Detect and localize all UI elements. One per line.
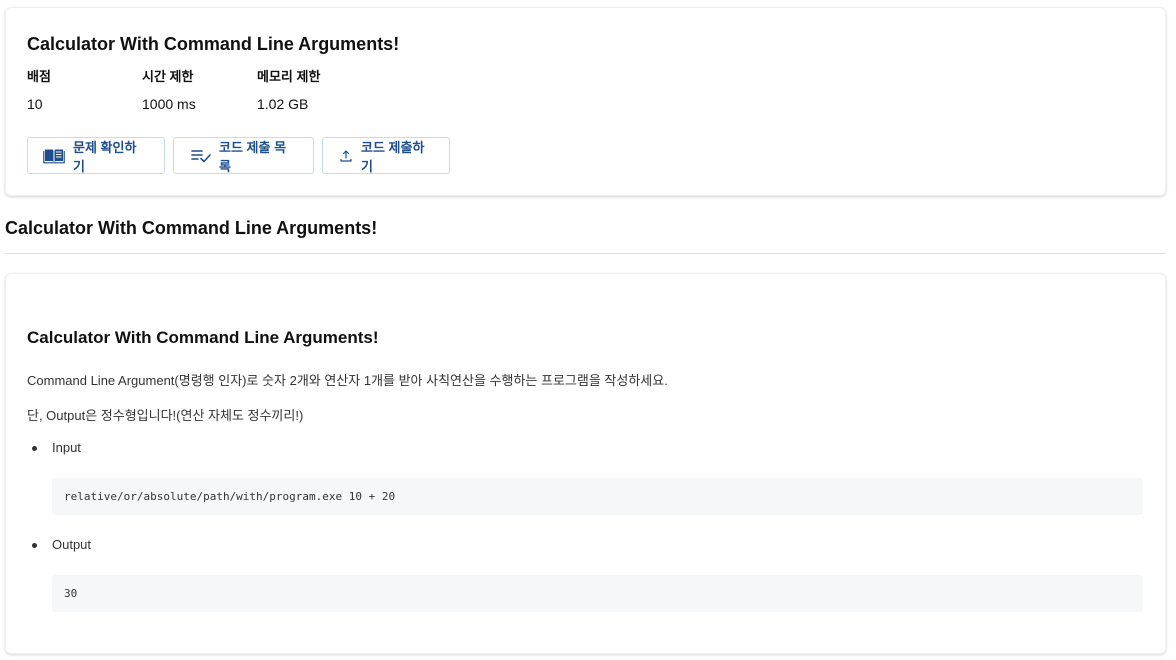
problem-meta: 배점 10 시간 제한 1000 ms 메모리 제한 1.02 GB — [27, 68, 372, 112]
input-item-label: Input — [52, 440, 81, 455]
bullet-dot — [32, 543, 37, 548]
submit-code-button[interactable]: 코드 제출하기 — [322, 137, 450, 174]
book-icon — [43, 148, 65, 164]
meta-time-label: 시간 제한 — [142, 69, 194, 84]
output-item-label: Output — [52, 537, 92, 552]
input-code-block: relative/or/absolute/path/with/program.e… — [52, 478, 1143, 515]
submit-code-label: 코드 제출하기 — [361, 139, 425, 174]
problem-actions: 문제 확인하기 코드 제출 목록 코드 제출하기 — [27, 137, 450, 174]
meta-memory-limit: 메모리 제한 1.02 GB — [257, 68, 372, 112]
meta-score: 배점 10 — [27, 68, 142, 112]
section-title: Calculator With Command Line Arguments! — [5, 218, 378, 238]
problem-heading: Calculator With Command Line Arguments! — [27, 328, 379, 347]
submission-list-button[interactable]: 코드 제출 목록 — [173, 137, 314, 174]
problem-note: 단, Output은 정수형입니다!(연산 자체도 정수끼리!) — [27, 408, 304, 423]
checklist-icon — [191, 149, 211, 163]
problem-header-card: Calculator With Command Line Arguments! … — [5, 7, 1166, 196]
submission-list-label: 코드 제출 목록 — [219, 139, 287, 174]
meta-time-limit: 시간 제한 1000 ms — [142, 68, 257, 112]
meta-score-value: 10 — [27, 96, 43, 112]
view-problem-label: 문제 확인하기 — [73, 139, 137, 174]
upload-icon — [339, 149, 353, 163]
section-divider — [5, 253, 1166, 254]
meta-memory-label: 메모리 제한 — [257, 69, 321, 84]
meta-memory-value: 1.02 GB — [257, 96, 309, 112]
view-problem-button[interactable]: 문제 확인하기 — [27, 137, 165, 174]
problem-description: Command Line Argument(명령행 인자)로 숫자 2개와 연산… — [27, 373, 668, 388]
problem-content-card: Calculator With Command Line Arguments! … — [5, 273, 1166, 654]
meta-time-value: 1000 ms — [142, 96, 196, 112]
output-code-block: 30 — [52, 575, 1143, 612]
meta-score-label: 배점 — [27, 69, 51, 84]
bullet-dot — [32, 446, 37, 451]
problem-title: Calculator With Command Line Arguments! — [27, 34, 400, 54]
